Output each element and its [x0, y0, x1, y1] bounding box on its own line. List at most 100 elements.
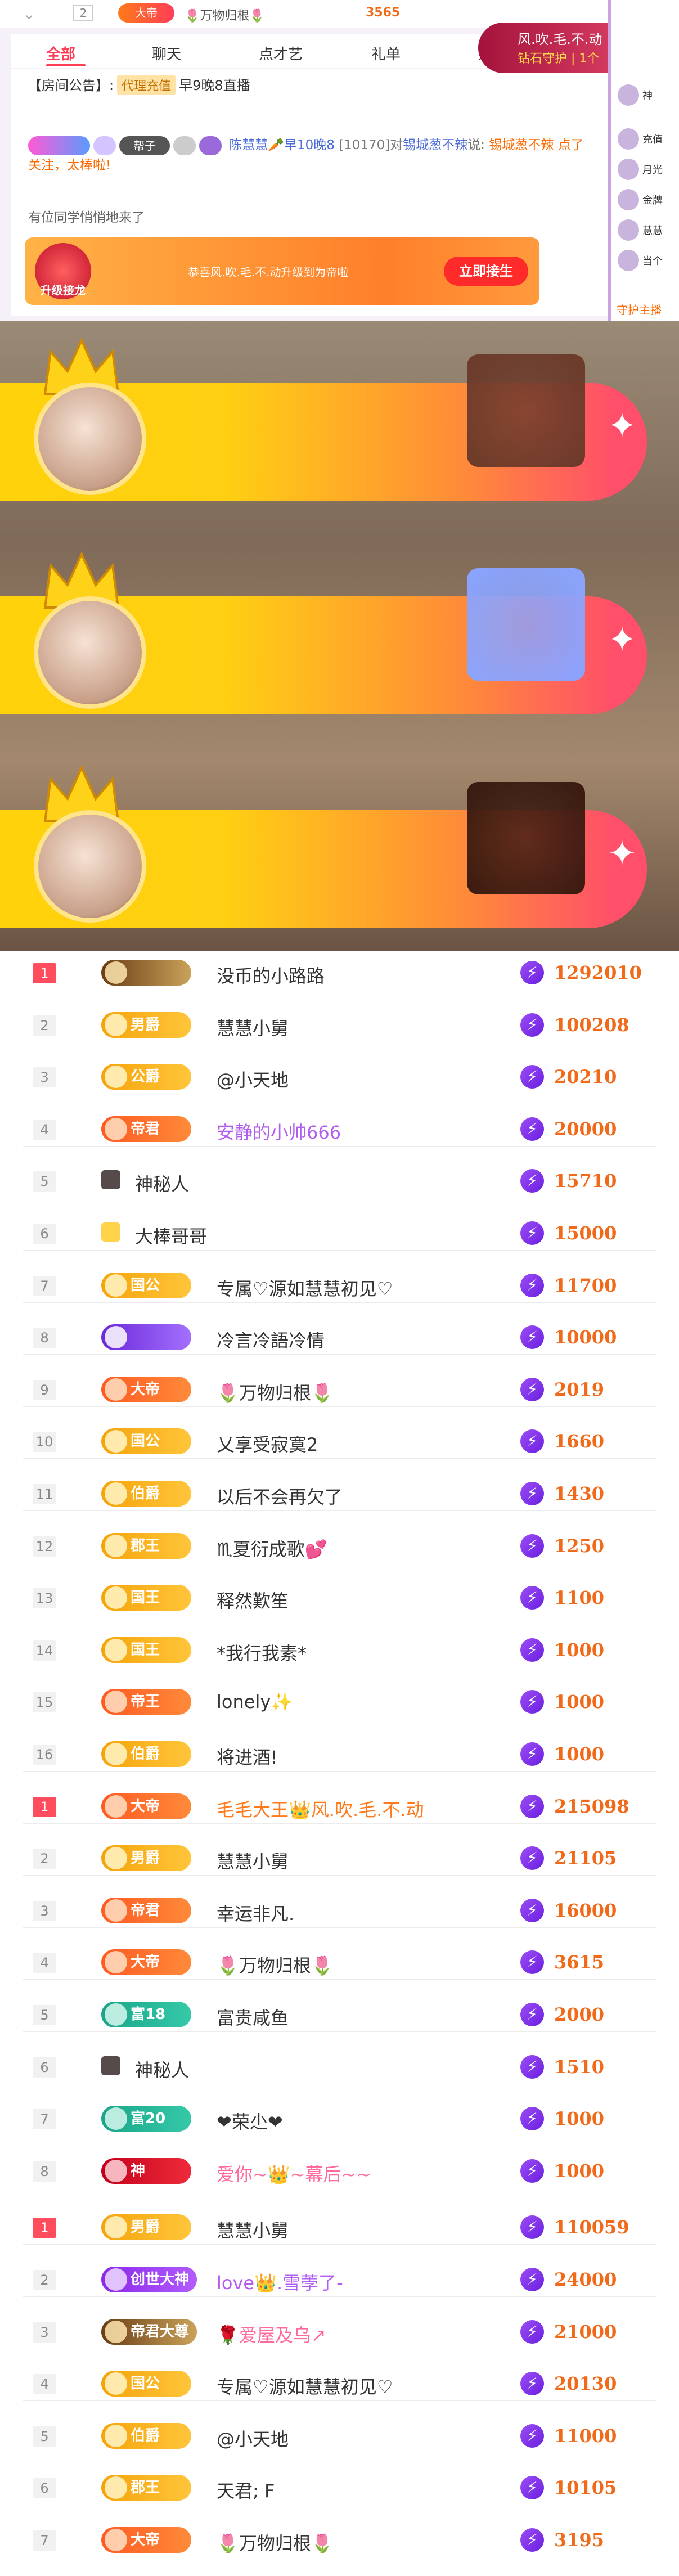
- user-name[interactable]: ❤荣尐❤: [217, 2108, 283, 2134]
- side-audience-panel: 神 充值 月光 金牌 慧慧 当个 守护主播: [608, 0, 679, 321]
- user-name[interactable]: 富贵咸鱼: [217, 2004, 289, 2030]
- sparkle-icon: ✦: [608, 619, 637, 660]
- rank-row[interactable]: 7 国公 专属♡源如慧慧初见♡ ⚡ 11700: [0, 1267, 679, 1303]
- rank-row[interactable]: 13 国王 释然歎笙 ⚡ 1100: [0, 1579, 679, 1616]
- rank-row[interactable]: 6 大棒哥哥 ⚡ 15000: [0, 1215, 679, 1251]
- chat-target-name[interactable]: 锡城葱不辣: [403, 138, 467, 152]
- rank-row[interactable]: 15 帝王 lonely✨ ⚡ 1000: [0, 1683, 679, 1720]
- level-badge: 国公: [101, 2371, 191, 2397]
- rank-row[interactable]: 8 神 爱你~👑~幕后~~ ⚡ 1000: [0, 2152, 679, 2188]
- tab-giftlist[interactable]: 礼单: [371, 43, 401, 64]
- side-item[interactable]: 慧慧: [618, 219, 663, 241]
- rank-row[interactable]: 5 神秘人 ⚡ 15710: [0, 1162, 679, 1199]
- rank-row[interactable]: 6 神秘人 ⚡ 1510: [0, 2048, 679, 2084]
- rank-row[interactable]: 10 国公 乂享受寂寞2 ⚡ 1660: [0, 1423, 679, 1459]
- side-item[interactable]: 神: [618, 84, 653, 106]
- side-item[interactable]: 金牌: [618, 189, 663, 210]
- live-room-chat-panel: ⌄ 2 大帝 🌷万物归根🌷 3565 全部 聊天 点才艺 礼单 活动 【房间公告…: [0, 0, 679, 321]
- level-label: 富18: [131, 2006, 166, 2023]
- user-name[interactable]: 爱你~👑~幕后~~: [217, 2160, 371, 2186]
- rank-row[interactable]: 2 创世大神 love👑.雪荸了- ⚡ 24000: [0, 2261, 679, 2297]
- rank-row[interactable]: 2 男爵 慧慧小舅 ⚡ 21105: [0, 1840, 679, 1876]
- rank-row[interactable]: 5 富18 富贵咸鱼 ⚡ 2000: [0, 1996, 679, 2032]
- user-name[interactable]: 🌷万物归根🌷: [217, 2529, 334, 2555]
- user-name[interactable]: 神秘人: [135, 2056, 189, 2082]
- lightning-icon: ⚡: [520, 961, 544, 984]
- rank-row[interactable]: 1 没币的小路路 ⚡ 1292010: [0, 954, 679, 990]
- rank-row[interactable]: 1 大帝 毛毛大王👑风.吹.毛.不.动 ⚡ 215098: [0, 1788, 679, 1824]
- user-name[interactable]: 大棒哥哥: [135, 1222, 207, 1248]
- user-name[interactable]: 🌷万物归根🌷: [217, 1952, 334, 1977]
- user-name[interactable]: 神秘人: [135, 1170, 189, 1196]
- user-name[interactable]: @小天地: [217, 1066, 289, 1092]
- rank-row[interactable]: 7 富20 ❤荣尐❤ ⚡ 1000: [0, 2100, 679, 2137]
- rank-row[interactable]: 7 大帝 🌷万物归根🌷 ⚡ 3195: [0, 2521, 679, 2557]
- level-label: 帝王: [131, 1693, 160, 1711]
- user-name[interactable]: 慧慧小舅: [217, 1847, 289, 1873]
- user-name[interactable]: 专属♡源如慧慧初见♡: [217, 1275, 393, 1301]
- rank-row[interactable]: 3 帝君大尊 🌹爱屋及乌↗ ⚡ 21000: [0, 2313, 679, 2349]
- user-name[interactable]: 将进酒!: [217, 1743, 278, 1769]
- rank-row[interactable]: 8 冷言冷語冷情 ⚡ 10000: [0, 1319, 679, 1355]
- user-name[interactable]: 没币的小路路: [217, 962, 325, 988]
- chat-user-name[interactable]: 陈慧慧🥕早10晚8: [229, 138, 335, 152]
- user-name[interactable]: 幸运非凡.: [217, 1900, 294, 1926]
- contribution-score: 11000: [554, 2425, 617, 2447]
- contribution-score: 110059: [554, 2217, 629, 2238]
- gift-image: [467, 568, 585, 681]
- side-item[interactable]: 充值: [618, 128, 663, 150]
- rank-row[interactable]: 4 帝君 安静的小帅666 ⚡ 20000: [0, 1111, 679, 1147]
- user-name[interactable]: 释然歎笙: [217, 1587, 289, 1613]
- user-name[interactable]: 毛毛大王👑风.吹.毛.不.动: [217, 1796, 424, 1822]
- upgrade-banner[interactable]: 升级接龙 恭喜风.吹.毛.不.动升级到为帝啦 立即接生: [25, 237, 539, 305]
- tab-talent[interactable]: 点才艺: [259, 43, 303, 64]
- level-label: 富20: [131, 2110, 166, 2128]
- contribution-score: 1660: [554, 1431, 605, 1453]
- side-item[interactable]: 当个: [618, 250, 663, 271]
- rank-row[interactable]: 3 帝君 幸运非凡. ⚡ 16000: [0, 1892, 679, 1928]
- flower-icon: [93, 136, 116, 155]
- rank-row[interactable]: 2 男爵 慧慧小舅 ⚡ 100208: [0, 1006, 679, 1042]
- user-name[interactable]: 以后不会再欠了: [217, 1483, 343, 1509]
- lightning-icon: ⚡: [520, 1586, 544, 1610]
- rank-row[interactable]: 9 大帝 🌷万物归根🌷 ⚡ 2019: [0, 1371, 679, 1407]
- user-name[interactable]: ♏夏衍成歌💕: [217, 1535, 327, 1561]
- rank-row[interactable]: 12 郡王 ♏夏衍成歌💕 ⚡ 1250: [0, 1527, 679, 1563]
- rank-row[interactable]: 1 男爵 慧慧小舅 ⚡ 110059: [0, 2209, 679, 2245]
- row-divider: [23, 2400, 656, 2402]
- user-name[interactable]: 🌷万物归根🌷: [217, 1379, 334, 1405]
- level-label: 国王: [131, 1589, 160, 1607]
- rank-row[interactable]: 5 伯爵 @小天地 ⚡ 11000: [0, 2417, 679, 2453]
- notice-tag[interactable]: 代理充值: [117, 75, 176, 95]
- tab-all[interactable]: 全部: [46, 43, 75, 64]
- user-name[interactable]: 天君; F: [217, 2477, 275, 2503]
- user-name[interactable]: 慧慧小舅: [217, 2217, 289, 2242]
- user-name[interactable]: 🌷万物归根🌷: [185, 6, 265, 24]
- tab-chat[interactable]: 聊天: [152, 43, 181, 64]
- rank-row[interactable]: 4 大帝 🌷万物归根🌷 ⚡ 3615: [0, 1944, 679, 1980]
- rank-row[interactable]: 14 国王 *我行我素* ⚡ 1000: [0, 1631, 679, 1667]
- rank-number: 4: [33, 1119, 56, 1140]
- rank-row[interactable]: 11 伯爵 以后不会再欠了 ⚡ 1430: [0, 1475, 679, 1511]
- user-name[interactable]: 🌹爱屋及乌↗: [217, 2321, 326, 2347]
- sparkle-icon: ✦: [608, 405, 637, 446]
- rank-row[interactable]: 6 郡王 天君; F ⚡ 10105: [0, 2469, 679, 2506]
- rank-row[interactable]: 3 公爵 @小天地 ⚡ 20210: [0, 1058, 679, 1095]
- user-name[interactable]: lonely✨: [217, 1691, 293, 1712]
- user-name[interactable]: *我行我素*: [217, 1639, 307, 1665]
- level-badge: 国公: [101, 1428, 191, 1455]
- user-name[interactable]: love👑.雪荸了-: [217, 2269, 343, 2295]
- promo-action-button[interactable]: 立即接生: [444, 257, 528, 286]
- user-name[interactable]: 专属♡源如慧慧初见♡: [217, 2373, 393, 2399]
- level-badge: 大帝: [101, 1793, 191, 1819]
- user-name[interactable]: 安静的小帅666: [217, 1118, 341, 1144]
- user-name[interactable]: 慧慧小舅: [217, 1014, 289, 1040]
- chevron-down-icon[interactable]: ⌄: [23, 5, 35, 23]
- side-item[interactable]: 月光: [618, 159, 663, 180]
- guard-anchor-link[interactable]: 守护主播: [617, 301, 662, 317]
- user-name[interactable]: 乂享受寂寞2: [217, 1431, 318, 1456]
- user-name[interactable]: 冷言冷語冷情: [217, 1327, 325, 1352]
- rank-row[interactable]: 4 国公 专属♡源如慧慧初见♡ ⚡ 20130: [0, 2365, 679, 2402]
- rank-row[interactable]: 16 伯爵 将进酒! ⚡ 1000: [0, 1736, 679, 1772]
- user-name[interactable]: @小天地: [217, 2425, 289, 2451]
